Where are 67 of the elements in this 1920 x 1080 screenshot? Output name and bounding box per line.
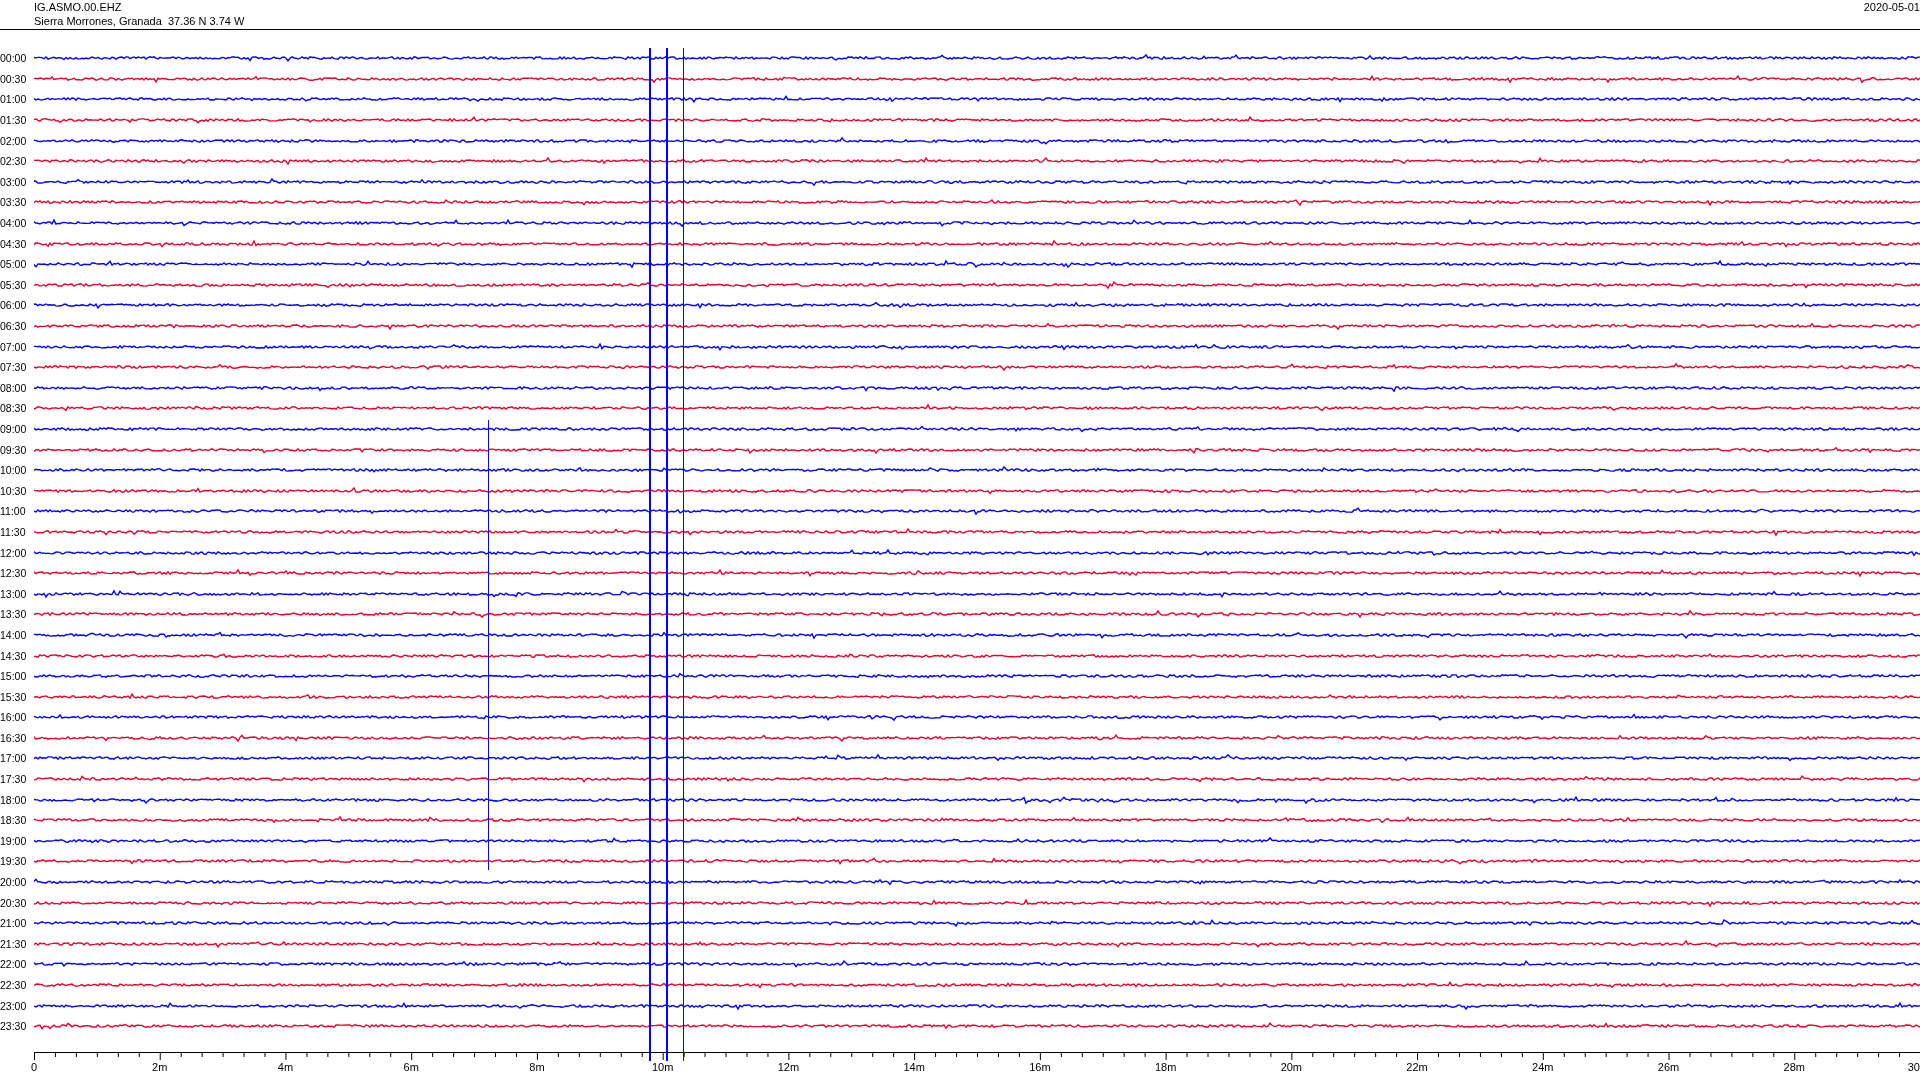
time-label: 22:30 [0,979,28,991]
time-label: 08:30 [0,402,28,415]
time-label: 21:00 [0,917,28,930]
axis-tick-label: 14m [903,1059,925,1074]
time-label: 06:30 [0,320,28,332]
axis-tick-label: 26m [1657,1059,1680,1074]
time-label: 16:00 [0,711,28,724]
time-label: 17:30 [0,773,28,786]
time-label: 10:00 [0,464,28,477]
time-label: 05:00 [0,258,28,271]
time-label: 12:00 [0,546,28,559]
station-code: IG.ASMO.00.EHZ [34,0,123,14]
record-date: 2020-05-01 [1863,0,1920,15]
time-label: 00:30 [0,72,28,85]
axis-tick-label: 0 [30,1059,38,1074]
time-label: 12:30 [0,567,28,580]
time-label: 07:30 [0,361,28,374]
time-label: 17:00 [0,752,28,765]
time-label: 16:30 [0,731,28,744]
time-label: 20:30 [0,896,28,909]
time-label: 10:30 [0,484,28,497]
time-label: 09:30 [0,443,28,456]
time-label: 13:30 [0,608,28,621]
axis-tick-label: 6m [403,1059,419,1074]
time-label: 04:30 [0,237,28,250]
axis-tick-label: 28m [1783,1059,1805,1074]
time-label: 05:30 [0,278,28,291]
axis-tick-label: 2m [152,1059,168,1074]
axis-tick-label: 8m [529,1059,545,1074]
time-label: 02:30 [0,155,28,168]
station-location: Sierra Morrones, Granada 37.36 N 3.74 W [34,14,245,28]
time-label: 06:00 [0,299,28,312]
time-label: 23:00 [0,999,28,1012]
time-label: 01:30 [0,114,28,127]
axis-tick-label: 16m [1029,1059,1051,1074]
time-label: 11:00 [0,505,27,518]
time-label: 14:30 [0,649,28,662]
time-label: 07:00 [0,340,28,353]
time-label: 18:00 [0,793,28,806]
time-label: 13:00 [0,587,28,600]
time-label: 03:30 [0,196,28,209]
time-label: 18:30 [0,814,28,827]
time-label: 04:00 [0,217,28,230]
time-label: 15:30 [0,690,28,703]
time-label: 15:00 [0,670,28,683]
time-label: 19:30 [0,855,28,868]
axis-tick-label: 18m [1154,1059,1177,1074]
time-label: 03:00 [0,175,28,188]
time-label: 20:00 [0,876,28,889]
time-label: 08:00 [0,381,28,394]
time-label: 00:00 [0,52,28,65]
axis-tick-label: 12m [777,1059,800,1074]
time-label: 09:00 [0,423,28,435]
axis-tick-label: 10m [651,1059,674,1074]
axis-tick-label: 30 [1907,1059,1920,1074]
time-label: 14:00 [0,628,28,641]
time-label: 02:00 [0,134,28,147]
time-label: 01:00 [0,93,28,106]
axis-tick-label: 4m [277,1059,294,1074]
time-label: 23:30 [0,1020,28,1033]
axis-tick-label: 20m [1280,1059,1303,1074]
axis-tick-label: 22m [1406,1059,1428,1074]
time-label: 22:00 [0,958,28,971]
axis-tick-label: 24m [1532,1059,1554,1074]
time-label: 21:30 [0,937,28,950]
time-label: 11:30 [0,525,27,538]
time-label: 19:00 [0,834,28,847]
